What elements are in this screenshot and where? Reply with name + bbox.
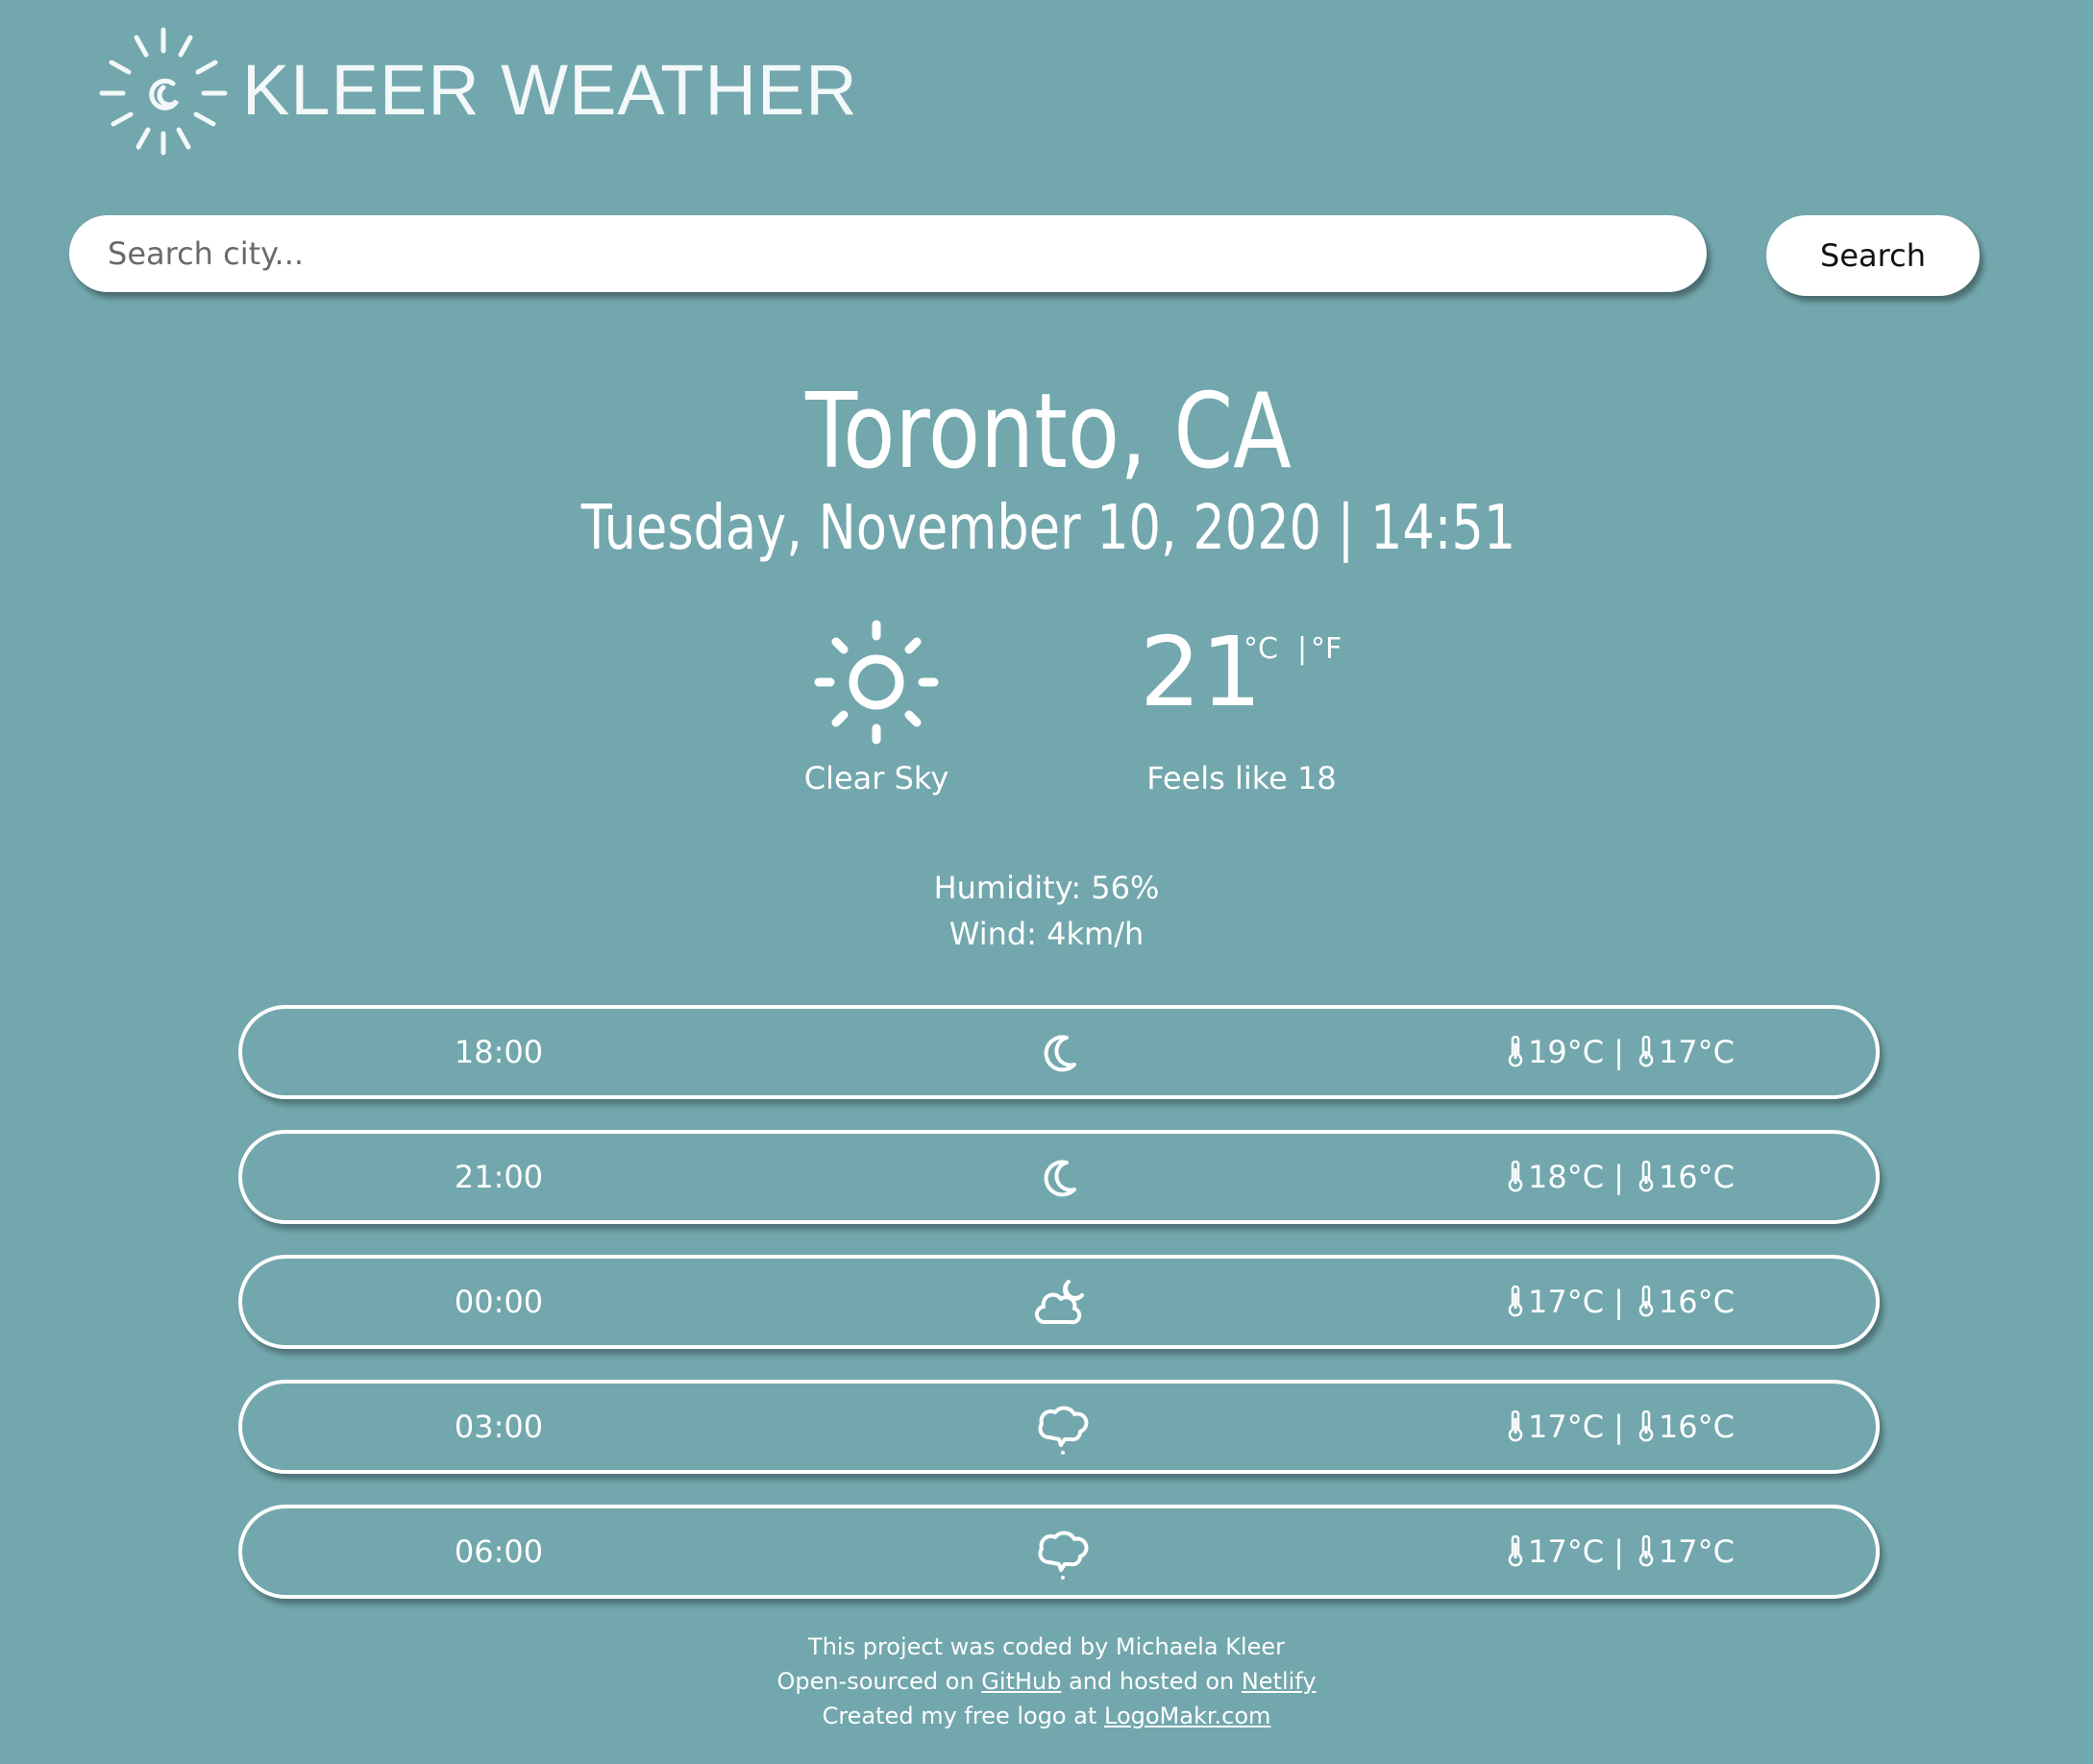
celsius-toggle[interactable]: °C [1243, 632, 1278, 667]
forecast-low: 16°C [1658, 1284, 1735, 1320]
forecast-time: 03:00 [454, 1409, 544, 1445]
footer-text: Open-sourced on [776, 1668, 982, 1695]
thermometer-icon [1508, 1535, 1523, 1567]
footer-text: and hosted on [1061, 1668, 1242, 1695]
forecast-temps: 19°C | 17°C [1507, 1009, 1735, 1095]
forecast-temps: 17°C | 17°C [1507, 1508, 1735, 1595]
weather-details: Humidity: 56% Wind: 4km/h [0, 865, 2093, 957]
search-button[interactable]: Search [1766, 215, 1980, 296]
logo-text: KLEER WEATHER [242, 49, 858, 130]
forecast-low: 17°C [1658, 1533, 1735, 1570]
forecast-high: 19°C [1528, 1034, 1605, 1070]
thermometer-icon [1638, 1036, 1654, 1067]
temp-separator: | [1613, 1159, 1624, 1195]
city-name: Toronto, CA [805, 372, 1292, 492]
forecast-temps: 17°C | 16°C [1507, 1259, 1735, 1345]
thermometer-icon [1508, 1036, 1523, 1067]
wind: Wind: 4km/h [948, 916, 1145, 952]
footer-source-line: Open-sourced on GitHub and hosted on Net… [0, 1664, 2093, 1699]
logo-sun-icon [99, 27, 228, 156]
forecast-high: 17°C [1528, 1409, 1605, 1445]
logo: KLEER WEATHER [96, 17, 858, 161]
forecast-row: 00:00 17°C | 16°C [238, 1255, 1880, 1349]
thermometer-icon [1508, 1286, 1523, 1317]
forecast-high: 17°C [1528, 1284, 1605, 1320]
unit-separator: | [1297, 632, 1308, 666]
humidity: Humidity: 56% [933, 870, 1160, 906]
temp-separator: | [1613, 1409, 1624, 1445]
thermometer-icon [1638, 1161, 1654, 1192]
temp-separator: | [1613, 1034, 1624, 1070]
cloud-drizzle-icon [1038, 1531, 1089, 1580]
thermometer-icon [1638, 1410, 1654, 1442]
forecast-time: 06:00 [454, 1533, 544, 1570]
cloud-drizzle-icon [1038, 1406, 1089, 1455]
temp-separator: | [1613, 1533, 1624, 1570]
feels-like: Feels like 18 [1146, 760, 1337, 796]
forecast-temps: 18°C | 16°C [1507, 1134, 1735, 1220]
netlify-link[interactable]: Netlify [1242, 1668, 1317, 1695]
forecast-high: 17°C [1528, 1533, 1605, 1570]
search-input[interactable] [69, 215, 1707, 292]
footer-logo-line: Created my free logo at LogoMakr.com [0, 1699, 2093, 1733]
current-datetime: Tuesday, November 10, 2020 | 14:51 [580, 493, 1516, 564]
forecast-row: 06:00 17°C | 17°C [238, 1505, 1880, 1599]
forecast-low: 17°C [1658, 1034, 1735, 1070]
logomakr-link[interactable]: LogoMakr.com [1104, 1703, 1270, 1729]
forecast-low: 16°C [1658, 1409, 1735, 1445]
thermometer-icon [1508, 1410, 1523, 1442]
forecast-low: 16°C [1658, 1159, 1735, 1195]
fahrenheit-toggle[interactable]: °F [1311, 632, 1342, 667]
cloud-moon-icon [1034, 1280, 1084, 1325]
github-link[interactable]: GitHub [981, 1668, 1061, 1695]
sun-icon [814, 620, 939, 745]
temp-separator: | [1613, 1284, 1624, 1320]
forecast-time: 21:00 [454, 1159, 544, 1195]
footer: This project was coded by Michaela Kleer… [0, 1629, 2093, 1733]
forecast-temps: 17°C | 16°C [1507, 1384, 1735, 1470]
forecast-time: 18:00 [454, 1034, 544, 1070]
forecast-row: 21:00 18°C | 16°C [238, 1130, 1880, 1224]
forecast-time: 00:00 [454, 1284, 544, 1320]
forecast-list: 18:00 19°C | 17°C 21:00 18°C | 16°C 00:0… [238, 1005, 1880, 1629]
forecast-row: 18:00 19°C | 17°C [238, 1005, 1880, 1099]
footer-credit: This project was coded by Michaela Kleer [808, 1633, 1285, 1660]
forecast-row: 03:00 17°C | 16°C [238, 1380, 1880, 1474]
thermometer-icon [1508, 1161, 1523, 1192]
weather-condition: Clear Sky [803, 760, 949, 796]
moon-icon [1044, 1035, 1076, 1072]
thermometer-icon [1638, 1286, 1654, 1317]
footer-text: Created my free logo at [822, 1703, 1104, 1729]
moon-icon [1044, 1160, 1076, 1197]
forecast-high: 18°C [1528, 1159, 1605, 1195]
thermometer-icon [1638, 1535, 1654, 1567]
